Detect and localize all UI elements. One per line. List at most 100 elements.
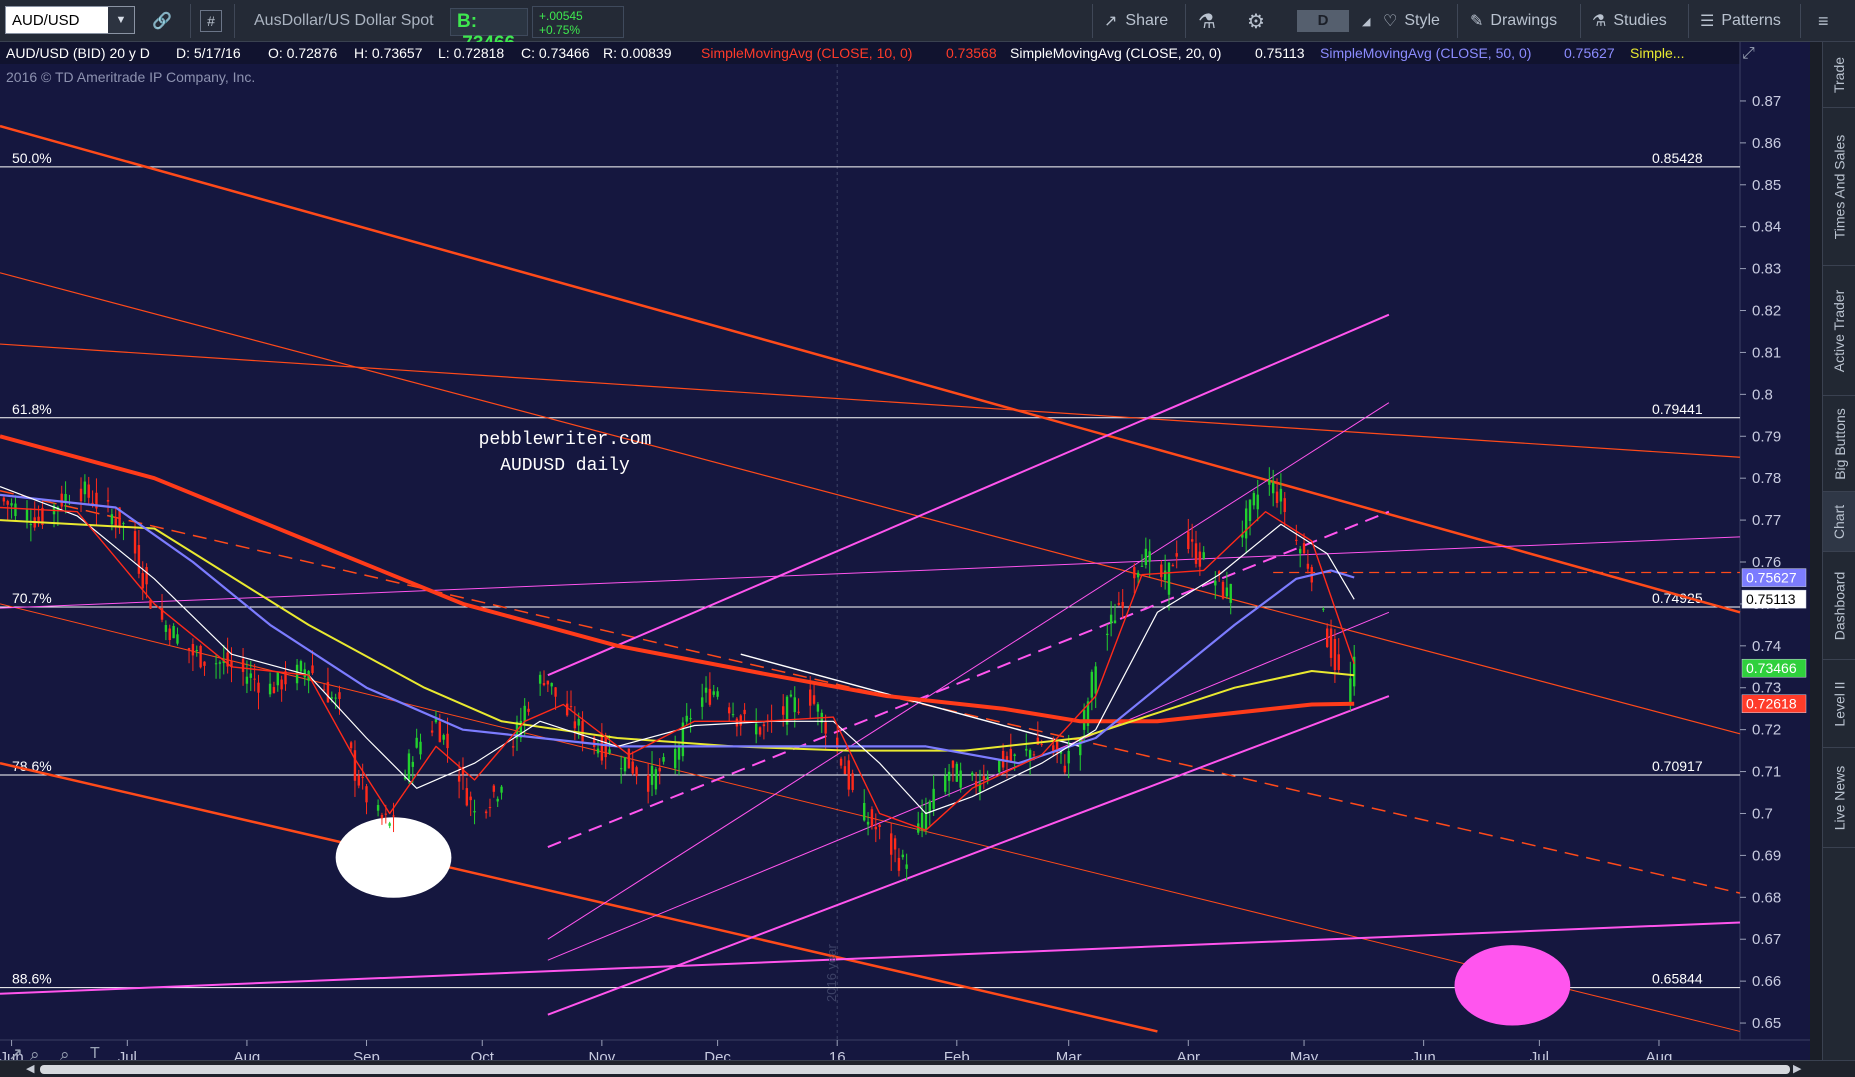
sidebar-tab-active-trader[interactable]: Active Trader — [1823, 266, 1855, 396]
candle-body — [650, 765, 654, 785]
candle-body — [1298, 548, 1302, 554]
candle-body — [407, 753, 411, 780]
candle-body — [623, 757, 627, 772]
bid-price: B: .73466 — [450, 8, 528, 54]
price-tick-label: 0.84 — [1752, 219, 1781, 236]
toolbar-divider — [1688, 4, 1689, 38]
candle-body — [600, 733, 604, 761]
time-tick-label: May — [1290, 1049, 1319, 1060]
menu-icon[interactable]: ≡ — [1818, 0, 1829, 42]
gear-icon[interactable]: ⚙ — [1247, 0, 1265, 42]
candle-body — [565, 703, 569, 716]
candle-body — [1187, 531, 1190, 550]
sidebar-tab-big-buttons[interactable]: Big Buttons — [1823, 396, 1855, 492]
sidebar-tab-trade[interactable]: Trade — [1823, 42, 1855, 108]
candle-body — [1271, 482, 1275, 494]
candle-body — [1295, 539, 1298, 542]
price-tick-label: 0.86 — [1752, 135, 1781, 152]
flask-icon[interactable]: ⚗ — [1198, 0, 1216, 42]
vertical-scrollbar[interactable] — [1810, 42, 1822, 1060]
candle-body — [280, 679, 283, 690]
period-selector[interactable]: D — [1297, 10, 1349, 32]
candle-body — [353, 750, 357, 781]
price-chart[interactable]: 50.0% 0.8542861.8% 0.7944170.7% 0.7492578.6… — [0, 42, 1810, 1060]
candle-body — [577, 719, 580, 726]
text-tool-icon[interactable]: T — [90, 1045, 100, 1060]
cursor-tool-icon[interactable]: ↗ — [8, 1044, 23, 1060]
drawings-label: Drawings — [1490, 12, 1558, 29]
candle-body — [1175, 553, 1178, 557]
candle-body — [330, 697, 333, 699]
candle-body — [79, 488, 83, 502]
toolbar-divider — [1800, 4, 1801, 38]
sidebar-tab-chart[interactable]: Chart — [1823, 492, 1855, 552]
header-symbol: AUD/USD (BID) 20 y D — [6, 45, 150, 61]
horizontal-scrollbar[interactable]: ◀ ▶ — [0, 1060, 1855, 1077]
candle-body — [1148, 551, 1151, 562]
candle-body — [998, 759, 1001, 773]
scroll-right-icon[interactable]: ▶ — [1793, 1062, 1801, 1075]
symbol-dropdown-icon[interactable]: ▼ — [108, 7, 134, 33]
drawings-button[interactable]: ✎ Drawings — [1470, 0, 1557, 42]
period-dropdown-icon[interactable]: ◢ — [1362, 0, 1370, 42]
expand-icon[interactable]: ⤢ — [1742, 45, 1755, 62]
price-tick-label: 0.78 — [1752, 470, 1781, 487]
candle-body — [762, 724, 766, 727]
candle-body — [523, 705, 526, 722]
candle-body — [133, 531, 137, 554]
candle-body — [1067, 750, 1070, 764]
sidebar-tab-live-news[interactable]: Live News — [1823, 748, 1855, 848]
candle-body — [635, 767, 638, 777]
sidebar-tab-times-and-sales[interactable]: Times And Sales — [1823, 108, 1855, 266]
candle-body — [1202, 552, 1205, 559]
candle-body — [380, 814, 384, 819]
candle-body — [839, 758, 843, 766]
candle-body — [195, 650, 198, 652]
toolbar-divider — [1580, 4, 1581, 38]
share-button[interactable]: ↗ Share — [1104, 0, 1168, 42]
price-tick-label: 0.67 — [1752, 931, 1781, 948]
candle-body — [527, 708, 530, 712]
price-tick-label: 0.81 — [1752, 344, 1781, 361]
time-tick-label: Jul — [118, 1049, 137, 1060]
studies-button[interactable]: ⚗ Studies — [1592, 0, 1667, 42]
candle-body — [928, 801, 931, 813]
candle-body — [1171, 565, 1175, 567]
candle-body — [662, 756, 665, 762]
candle-body — [847, 760, 850, 790]
style-button[interactable]: ♡ Style — [1383, 0, 1440, 42]
candle-body — [110, 514, 114, 525]
candle-body — [434, 719, 438, 723]
candle-body — [1325, 628, 1329, 648]
sidebar-tab-level-ii[interactable]: Level II — [1823, 660, 1855, 748]
candle-body — [1333, 639, 1337, 671]
candle-body — [982, 776, 986, 781]
candle-body — [619, 768, 623, 770]
grid-icon[interactable]: # — [200, 10, 222, 32]
candle-body — [905, 864, 908, 869]
candle-body — [83, 481, 87, 495]
sidebar-tab-dashboard[interactable]: Dashboard — [1823, 552, 1855, 660]
price-tick-label: 0.71 — [1752, 764, 1781, 781]
patterns-button[interactable]: ☰ Patterns — [1700, 0, 1781, 42]
price-tick-label: 0.7 — [1752, 805, 1773, 822]
candle-body — [1337, 654, 1340, 671]
candle-body — [809, 689, 812, 706]
zoom-in-icon[interactable]: ⌕ — [30, 1045, 40, 1060]
candle-body — [1248, 499, 1252, 522]
scroll-left-icon[interactable]: ◀ — [26, 1062, 34, 1075]
header-open: O: 0.72876 — [268, 45, 337, 61]
zoom-out-icon[interactable]: ⌕ — [60, 1045, 70, 1060]
candle-body — [214, 663, 218, 665]
candle-body — [1302, 543, 1306, 554]
fib-level-value: 0.79441 — [1652, 401, 1703, 417]
scroll-thumb[interactable] — [40, 1065, 1790, 1074]
candle-body — [1198, 551, 1202, 567]
candle-body — [1063, 765, 1067, 773]
candle-body — [245, 676, 249, 684]
fib-level-value: 0.85428 — [1652, 150, 1703, 166]
candle-body — [951, 760, 955, 768]
candle-body — [608, 749, 611, 754]
link-icon[interactable]: 🔗 — [152, 0, 172, 42]
header-date: D: 5/17/16 — [176, 45, 241, 61]
